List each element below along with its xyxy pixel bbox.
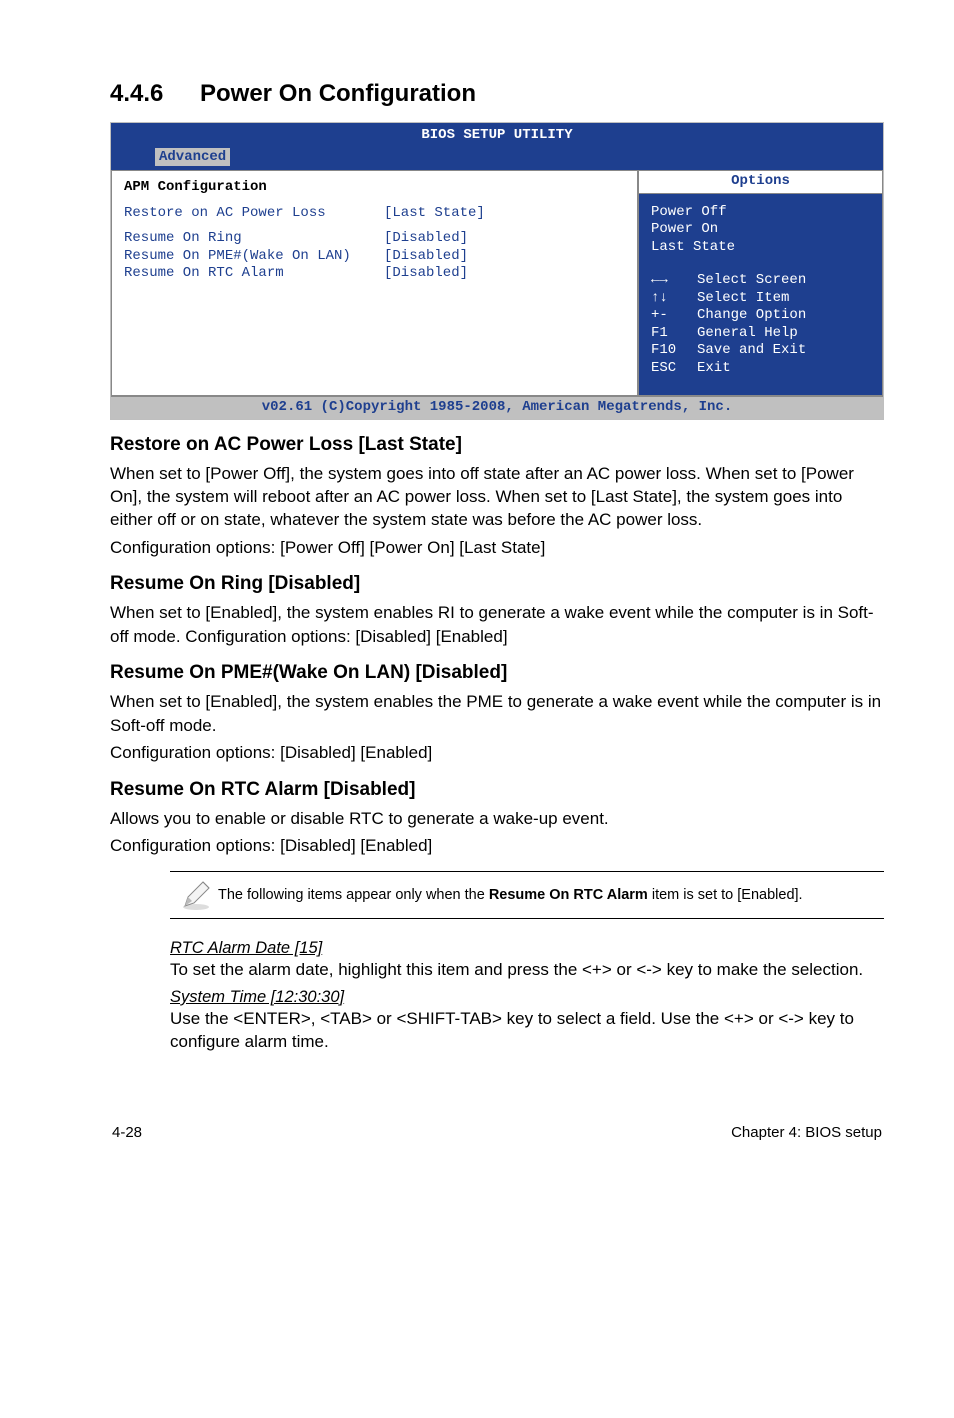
note-pencil-icon — [174, 878, 218, 912]
bios-left-header: APM Configuration — [124, 179, 625, 197]
bios-row-label: Resume On Ring — [124, 230, 384, 248]
page-footer: 4-28 Chapter 4: BIOS setup — [110, 1124, 884, 1141]
paragraph: Allows you to enable or disable RTC to g… — [110, 807, 884, 830]
bios-tab-advanced: Advanced — [155, 148, 230, 166]
note-text: The following items appear only when the… — [218, 886, 880, 906]
system-time-heading: System Time [12:30:30] — [170, 988, 884, 1007]
bios-row-value: [Disabled] — [384, 248, 625, 266]
page-number: 4-28 — [112, 1124, 142, 1141]
bios-row: Restore on AC Power Loss [Last State] — [124, 205, 625, 223]
note-pre: The following items appear only when the — [218, 887, 489, 903]
paragraph: When set to [Enabled], the system enable… — [110, 601, 884, 648]
section-title: Power On Configuration — [200, 80, 476, 107]
help-text: Select Item — [697, 290, 789, 308]
paragraph: When set to [Enabled], the system enable… — [110, 690, 884, 737]
note-bold: Resume On RTC Alarm — [489, 887, 648, 903]
subheading-pme: Resume On PME#(Wake On LAN) [Disabled] — [110, 662, 884, 684]
bios-row-value: [Disabled] — [384, 230, 625, 248]
bios-row-label: Restore on AC Power Loss — [124, 205, 384, 223]
paragraph: When set to [Power Off], the system goes… — [110, 462, 884, 532]
help-key: ←→ — [651, 272, 697, 290]
rtc-date-heading: RTC Alarm Date [15] — [170, 939, 884, 958]
subheading-restore: Restore on AC Power Loss [Last State] — [110, 434, 884, 456]
bios-left-pane: APM Configuration Restore on AC Power Lo… — [111, 170, 638, 396]
help-key: F10 — [651, 342, 697, 360]
subheading-ring: Resume On Ring [Disabled] — [110, 573, 884, 595]
bios-row: Resume On PME#(Wake On LAN) [Disabled] — [124, 248, 625, 266]
paragraph: Configuration options: [Power Off] [Powe… — [110, 536, 884, 559]
help-text: Save and Exit — [697, 342, 806, 360]
bios-title: BIOS SETUP UTILITY — [111, 123, 883, 149]
note-post: item is set to [Enabled]. — [648, 887, 803, 903]
help-text: Select Screen — [697, 272, 806, 290]
help-text: Change Option — [697, 307, 806, 325]
bios-right-pane: Options Power Off Power On Last State ←→… — [638, 170, 883, 396]
note-box: The following items appear only when the… — [170, 871, 884, 919]
paragraph: Use the <ENTER>, <TAB> or <SHIFT-TAB> ke… — [170, 1007, 884, 1054]
bios-row-label: Resume On RTC Alarm — [124, 265, 384, 283]
bios-help-block: ←→Select Screen ↑↓Select Item +-Change O… — [639, 264, 882, 395]
bios-row-value: [Disabled] — [384, 265, 625, 283]
paragraph: To set the alarm date, highlight this it… — [170, 958, 884, 981]
section-heading: 4.4.6Power On Configuration — [110, 80, 884, 108]
section-number: 4.4.6 — [110, 80, 200, 108]
help-key: ↑↓ — [651, 290, 697, 308]
bios-row-value: [Last State] — [384, 205, 625, 223]
bios-row: Resume On Ring [Disabled] — [124, 230, 625, 248]
paragraph: Configuration options: [Disabled] [Enabl… — [110, 834, 884, 857]
bios-option: Power Off — [651, 204, 870, 222]
help-text: Exit — [697, 360, 731, 378]
paragraph: Configuration options: [Disabled] [Enabl… — [110, 741, 884, 764]
bios-tabbar: Advanced — [111, 149, 883, 171]
bios-row-label: Resume On PME#(Wake On LAN) — [124, 248, 384, 266]
bios-footer: v02.61 (C)Copyright 1985-2008, American … — [111, 396, 883, 419]
bios-option: Last State — [651, 239, 870, 257]
bios-options-header: Options — [639, 171, 882, 194]
help-key: F1 — [651, 325, 697, 343]
help-key: ESC — [651, 360, 697, 378]
help-key: +- — [651, 307, 697, 325]
help-text: General Help — [697, 325, 798, 343]
bios-option: Power On — [651, 221, 870, 239]
bios-row: Resume On RTC Alarm [Disabled] — [124, 265, 625, 283]
subheading-rtc: Resume On RTC Alarm [Disabled] — [110, 779, 884, 801]
chapter-label: Chapter 4: BIOS setup — [731, 1124, 882, 1141]
bios-screenshot: BIOS SETUP UTILITY Advanced APM Configur… — [110, 122, 884, 420]
